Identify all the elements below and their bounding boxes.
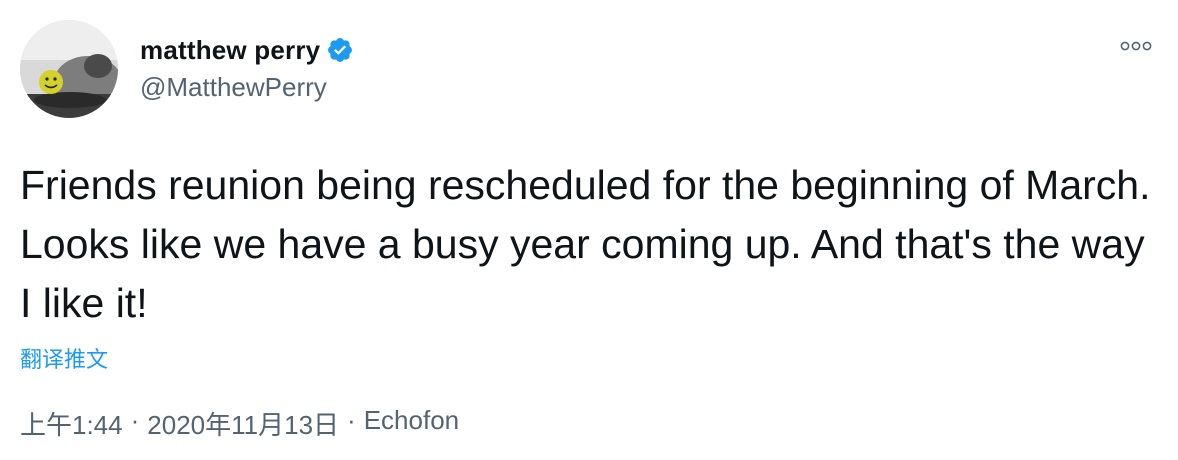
smiley-ball-icon [39, 70, 63, 94]
tweet-time[interactable]: 上午1:44 [20, 405, 123, 442]
author-name-row[interactable]: matthew perry [140, 33, 354, 67]
avatar[interactable] [20, 20, 118, 118]
tweet-date[interactable]: 2020年11月13日 [147, 405, 339, 442]
more-options-button[interactable] [1116, 34, 1156, 58]
translate-tweet-link[interactable]: 翻译推文 [20, 342, 108, 374]
tweet-card: matthew perry @MatthewPerry Friends reun… [0, 0, 1178, 460]
meta-separator: · [347, 405, 356, 435]
verified-badge-icon [326, 36, 354, 64]
meta-separator: · [130, 405, 140, 435]
tweet-source[interactable]: Echofon [364, 405, 459, 442]
avatar-photo [20, 20, 118, 118]
tweet-metadata: 上午1:44 · 2020年11月13日 · Echofon [20, 405, 459, 442]
author-handle[interactable]: @MatthewPerry [140, 72, 327, 103]
more-options-icon [1120, 41, 1152, 51]
tweet-text: Friends reunion being rescheduled for th… [20, 162, 1151, 326]
author-display-name[interactable]: matthew perry [140, 35, 320, 66]
